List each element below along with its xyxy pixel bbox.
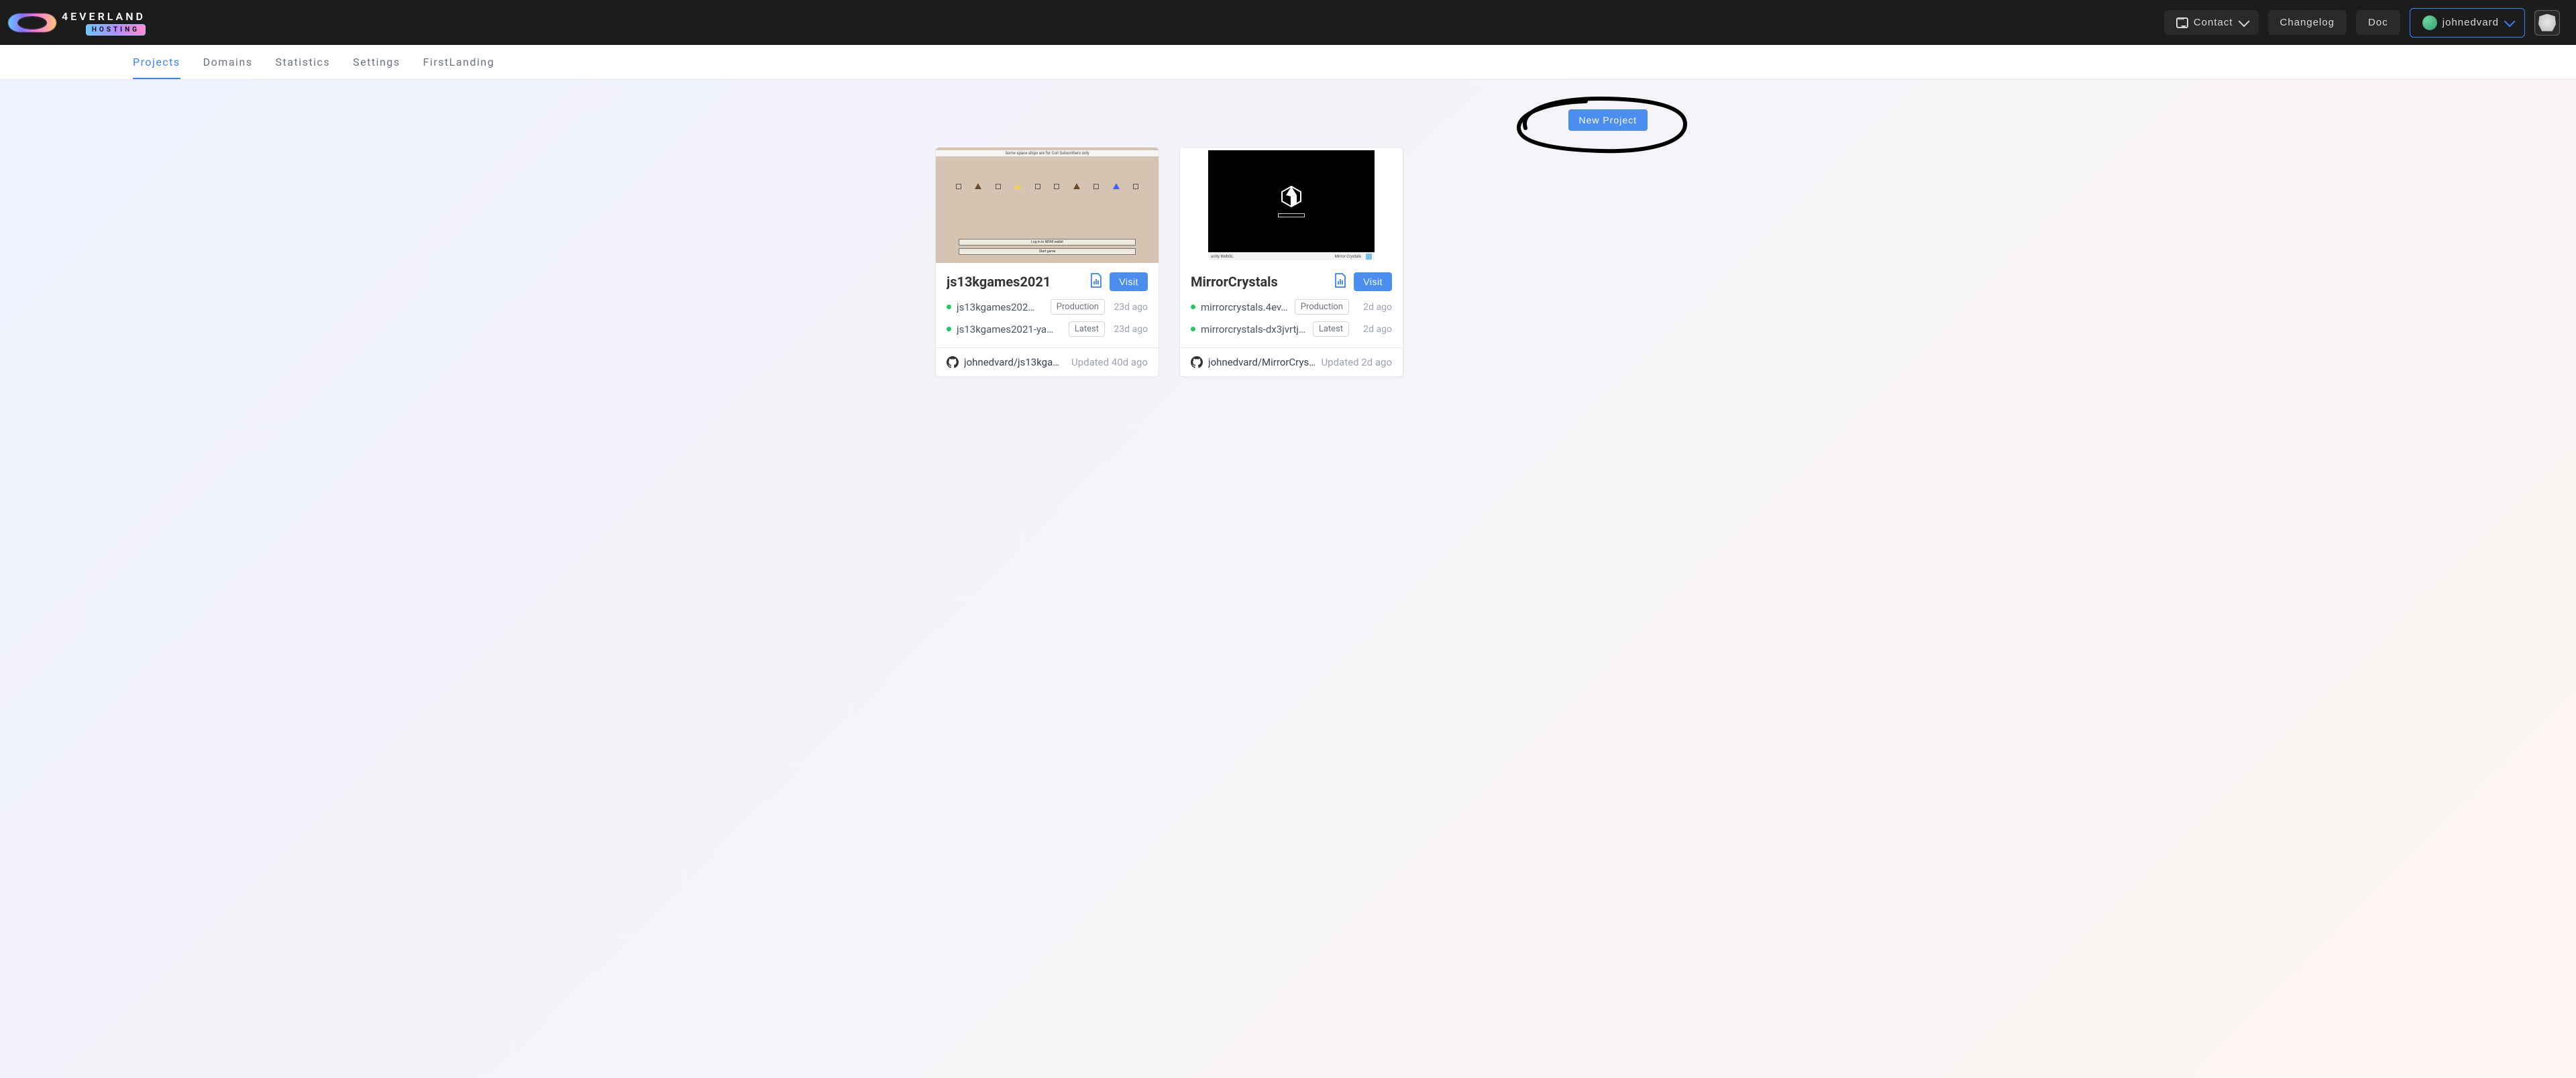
brand[interactable]: 4EVERLAND HOSTING [8, 9, 146, 36]
project-thumbnail: Some space ships are for Coil Subscriber… [936, 148, 1159, 263]
github-icon [947, 356, 959, 368]
new-project-button[interactable]: New Project [1568, 109, 1648, 131]
fullscreen-icon [1366, 254, 1372, 260]
brand-sub: HOSTING [86, 24, 146, 36]
repo-name[interactable]: johnedvard/js13kga… [964, 356, 1066, 368]
deployment-url[interactable]: js13kgames2021-ya… [957, 323, 1063, 335]
updated-text: Updated 2d ago [1321, 356, 1392, 368]
changelog-button[interactable]: Changelog [2268, 10, 2347, 35]
contact-button[interactable]: Contact [2164, 10, 2259, 35]
contact-label: Contact [2194, 17, 2233, 28]
metamask-icon [2538, 14, 2556, 32]
statistics-icon[interactable] [1089, 273, 1103, 290]
tab-domains[interactable]: Domains [203, 45, 253, 79]
logo-icon [8, 9, 56, 36]
changelog-label: Changelog [2280, 17, 2335, 28]
unity-icon [1280, 185, 1303, 208]
progress-bar-icon [1278, 213, 1305, 217]
doc-label: Doc [2368, 17, 2388, 28]
header-right: Contact Changelog Doc johnedvard [2164, 8, 2560, 38]
doc-button[interactable]: Doc [2356, 10, 2400, 35]
wallet-extension-button[interactable] [2534, 10, 2560, 36]
deployment-tag: Latest [1313, 321, 1349, 337]
thumb-title-small: Mirror Crystals [1335, 254, 1361, 259]
deployment-age: 2d ago [1354, 324, 1392, 335]
chevron-down-icon [2504, 15, 2516, 27]
deployment-row: mirrorcrystals-dx3jvrtj… Latest 2d ago [1191, 321, 1392, 337]
deployment-age: 23d ago [1110, 302, 1148, 313]
deployment-age: 23d ago [1110, 324, 1148, 335]
project-title: MirrorCrystals [1191, 274, 1327, 290]
avatar-icon [2422, 15, 2437, 30]
status-dot-icon [947, 327, 951, 331]
project-card[interactable]: unity WebGL Mirror Crystals MirrorCrysta… [1179, 147, 1403, 377]
statistics-icon[interactable] [1334, 273, 1347, 290]
github-icon [1191, 356, 1203, 368]
tab-projects[interactable]: Projects [133, 45, 180, 79]
deployment-row: js13kgames202… Production 23d ago [947, 299, 1148, 315]
thumb-caption: Some space ships are for Coil Subscriber… [936, 150, 1159, 156]
tab-settings[interactable]: Settings [353, 45, 400, 79]
deployment-age: 2d ago [1354, 302, 1392, 313]
action-row: New Project [797, 109, 1779, 131]
main-nav: Projects Domains Statistics Settings Fir… [0, 45, 2576, 80]
visit-button[interactable]: Visit [1354, 272, 1392, 291]
content: New Project Some space ships are for Coi… [765, 80, 1811, 404]
tab-firstlanding[interactable]: FirstLanding [423, 45, 495, 79]
thumb-button: Start game [959, 248, 1136, 255]
account-button[interactable]: johnedvard [2410, 8, 2525, 38]
app-header: 4EVERLAND HOSTING Contact Changelog Doc … [0, 0, 2576, 45]
updated-text: Updated 40d ago [1071, 356, 1148, 368]
deployment-tag: Latest [1069, 321, 1105, 337]
status-dot-icon [1191, 327, 1195, 331]
status-dot-icon [1191, 305, 1195, 309]
deployment-row: mirrorcrystals.4ev… Production 2d ago [1191, 299, 1392, 315]
engine-label: unity WebGL [1211, 254, 1233, 259]
chevron-down-icon [2238, 15, 2249, 27]
deployment-tag: Production [1295, 299, 1349, 315]
chat-icon [2176, 17, 2188, 28]
deployment-url[interactable]: mirrorcrystals-dx3jvrtj… [1201, 323, 1307, 335]
brand-name: 4EVERLAND [62, 10, 146, 23]
user-handle: johnedvard [2443, 17, 2499, 28]
project-card[interactable]: Some space ships are for Coil Subscriber… [935, 147, 1159, 377]
project-cards: Some space ships are for Coil Subscriber… [797, 147, 1779, 377]
deployment-tag: Production [1051, 299, 1105, 315]
visit-button[interactable]: Visit [1110, 272, 1148, 291]
tab-statistics[interactable]: Statistics [276, 45, 331, 79]
status-dot-icon [947, 305, 951, 309]
deployment-url[interactable]: js13kgames202… [957, 301, 1045, 313]
deployment-url[interactable]: mirrorcrystals.4ev… [1201, 301, 1289, 313]
project-title: js13kgames2021 [947, 274, 1083, 290]
repo-name[interactable]: johnedvard/MirrorCrys… [1208, 356, 1316, 368]
thumb-button: Log in to NEAR wallet [959, 239, 1136, 246]
deployment-row: js13kgames2021-ya… Latest 23d ago [947, 321, 1148, 337]
project-thumbnail: unity WebGL Mirror Crystals [1180, 148, 1403, 263]
